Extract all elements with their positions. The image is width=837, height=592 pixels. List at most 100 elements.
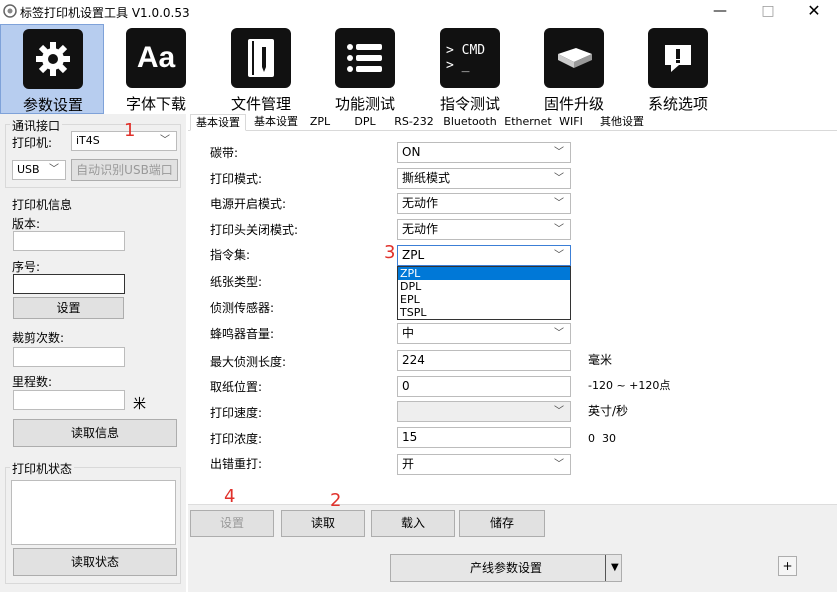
printer-select-value: iT4S [76, 134, 100, 147]
port-select-value: USB [17, 163, 40, 176]
tool-system-options[interactable]: 系统选项 [626, 24, 730, 114]
chevron-down-icon: ﹀ [554, 459, 564, 470]
version-field[interactable] [13, 231, 125, 251]
dropdown-arrow-icon: ▼ [611, 562, 619, 573]
print-mode-select[interactable]: 撕纸模式 ﹀ [397, 168, 571, 189]
chevron-down-icon: ﹀ [554, 328, 564, 339]
font-icon: Aa [126, 28, 186, 88]
window-title: 标签打印机设置工具 V1.0.0.53 [20, 6, 190, 20]
set-button[interactable]: 设置 [190, 510, 274, 537]
alert-icon [648, 28, 708, 88]
tear-position-label: 取纸位置: [210, 380, 263, 394]
list-icon [335, 28, 395, 88]
command-option-epl[interactable]: EPL [398, 293, 570, 306]
annotation-4: 4 [224, 486, 236, 507]
app-icon [3, 4, 17, 18]
chevron-down-icon: ﹀ [554, 406, 564, 417]
mileage-field[interactable] [13, 390, 125, 410]
chevron-down-icon: ﹀ [554, 147, 564, 158]
main-toolbar: 参数设置 Aa 字体下载 文件管理 功能测试 > CMD > _ 指令测试 固件… [0, 24, 837, 114]
tab-wifi[interactable]: WIFI [556, 114, 586, 131]
head-close-select[interactable]: 无动作 ﹀ [397, 219, 571, 240]
tool-file-manage[interactable]: 文件管理 [209, 24, 313, 114]
set-serial-button[interactable]: 设置 [13, 297, 124, 319]
mileage-unit: 米 [133, 397, 147, 412]
tear-position-unit: -120 ~ +120点 [588, 379, 671, 392]
plus-button[interactable]: + [778, 556, 797, 576]
minimize-button[interactable]: — [697, 0, 743, 24]
print-mode-label: 打印模式: [210, 172, 263, 186]
buzzer-select-value: 中 [402, 326, 415, 340]
gear-icon [23, 29, 83, 89]
max-detect-unit: 毫米 [588, 353, 613, 367]
port-select[interactable]: USB ﹀ [12, 160, 66, 180]
head-close-select-value: 无动作 [402, 222, 439, 236]
density-label: 打印浓度: [210, 432, 263, 446]
ribbon-select[interactable]: ON ﹀ [397, 142, 571, 163]
max-detect-field[interactable]: 224 [397, 350, 571, 371]
tool-font-download[interactable]: Aa 字体下载 [104, 24, 208, 114]
tool-function-test[interactable]: 功能测试 [313, 24, 417, 114]
reprint-select[interactable]: 开 ﹀ [397, 454, 571, 475]
chevron-down-icon: ﹀ [554, 224, 564, 235]
settings-panel: 基本设置 基本设置 ZPL DPL RS-232 Bluetooth Ether… [188, 114, 837, 592]
power-on-label: 电源开启模式: [210, 197, 287, 211]
read-info-button[interactable]: 读取信息 [13, 419, 177, 447]
command-option-zpl[interactable]: ZPL [398, 267, 570, 280]
settings-tabs: 基本设置 基本设置 ZPL DPL RS-232 Bluetooth Ether… [188, 114, 837, 131]
serial-label: 序号: [12, 260, 41, 274]
serial-field[interactable] [13, 274, 125, 294]
cut-count-label: 裁剪次数: [12, 331, 65, 345]
tab-basic-settings-1[interactable]: 基本设置 [190, 114, 246, 131]
sensor-label: 侦测传感器: [210, 301, 275, 315]
left-panel: 通讯接口 打印机: iT4S ﹀ USB ﹀ 自动识别USB端口 打印机信息 版本:… [0, 114, 186, 592]
read-status-button[interactable]: 读取状态 [13, 548, 177, 576]
command-set-select[interactable]: ZPL ﹀ [397, 245, 571, 266]
buzzer-select[interactable]: 中 ﹀ [397, 323, 571, 344]
ribbon-label: 碳带: [210, 146, 239, 160]
max-detect-label: 最大侦测长度: [210, 355, 287, 369]
mileage-label: 里程数: [12, 375, 53, 389]
tool-label: 功能测试 [334, 95, 395, 113]
tool-param-settings[interactable]: 参数设置 [0, 24, 104, 114]
reprint-label: 出错重打: [210, 457, 263, 471]
tab-bluetooth[interactable]: Bluetooth [441, 114, 499, 131]
tab-dpl[interactable]: DPL [350, 114, 380, 131]
command-set-dropdown-list: ZPL DPL EPL TSPL [397, 266, 571, 320]
status-text-area[interactable] [11, 480, 176, 545]
tear-position-field[interactable]: 0 [397, 376, 571, 397]
power-on-select[interactable]: 无动作 ﹀ [397, 193, 571, 214]
read-button[interactable]: 读取 [281, 510, 365, 537]
tab-zpl[interactable]: ZPL [306, 114, 334, 131]
tab-ethernet[interactable]: Ethernet [501, 114, 555, 131]
chevron-down-icon: ﹀ [49, 164, 59, 175]
buzzer-label: 蜂鸣器音量: [210, 327, 275, 341]
paper-type-label: 纸张类型: [210, 275, 263, 289]
command-set-select-value: ZPL [402, 248, 425, 262]
line-params-button[interactable]: 产线参数设置 ▼ [390, 554, 622, 582]
command-option-dpl[interactable]: DPL [398, 280, 570, 293]
chevron-down-icon: ﹀ [160, 135, 170, 146]
cut-count-field[interactable] [13, 347, 125, 367]
command-option-tspl[interactable]: TSPL [398, 306, 570, 319]
save-button[interactable]: 储存 [459, 510, 545, 537]
title-bar: 标签打印机设置工具 V1.0.0.53 — □ ✕ [0, 0, 837, 24]
cmd-icon: > CMD > _ [440, 28, 500, 88]
tab-basic-settings-2[interactable]: 基本设置 [248, 114, 304, 131]
chevron-down-icon: ﹀ [554, 250, 564, 261]
tool-label: 固件升级 [543, 95, 604, 113]
tab-other-settings[interactable]: 其他设置 [594, 114, 650, 131]
tool-command-test[interactable]: > CMD > _ 指令测试 [418, 24, 522, 114]
tool-label: 文件管理 [230, 95, 291, 113]
annotation-3: 3 [384, 242, 396, 263]
tool-label: 系统选项 [647, 95, 708, 113]
maximize-button[interactable]: □ [745, 0, 791, 24]
auto-detect-usb-button[interactable]: 自动识别USB端口 [71, 159, 178, 181]
tab-rs232[interactable]: RS-232 [390, 114, 438, 131]
speed-select[interactable]: ﹀ [397, 401, 571, 422]
density-field[interactable]: 15 [397, 427, 571, 448]
line-params-label: 产线参数设置 [469, 561, 542, 575]
tool-firmware-upgrade[interactable]: 固件升级 [522, 24, 626, 114]
close-button[interactable]: ✕ [791, 0, 837, 24]
load-button[interactable]: 载入 [371, 510, 455, 537]
